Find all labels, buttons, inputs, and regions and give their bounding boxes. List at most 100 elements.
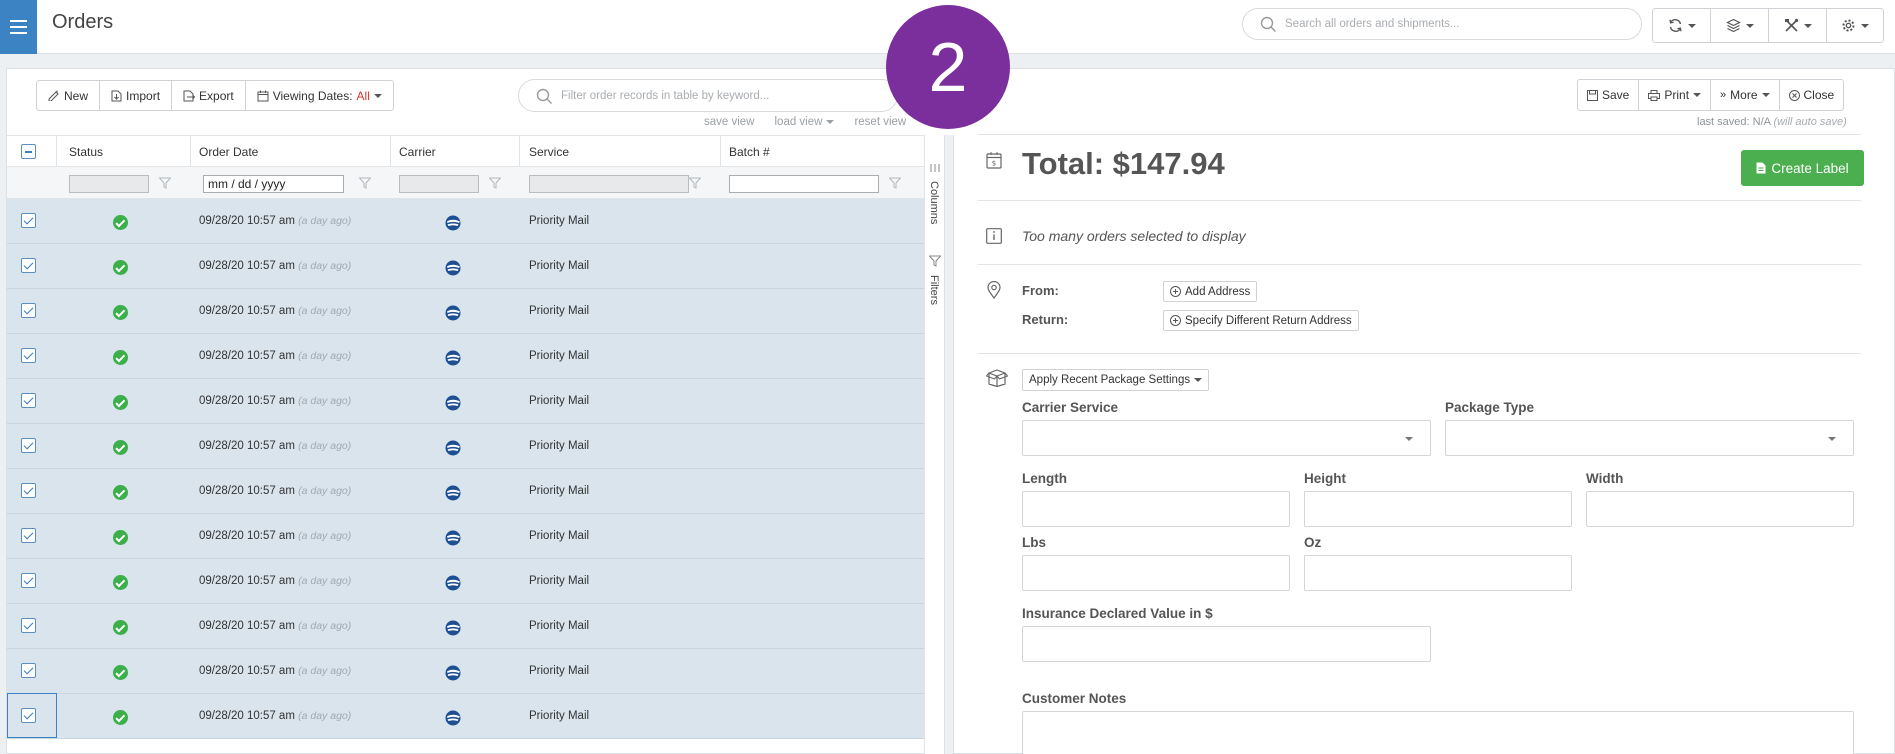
table-row[interactable]: 09/28/20 10:57 am (a day ago) Priority M… [7, 604, 924, 649]
panel-divider[interactable] [944, 135, 954, 754]
global-search[interactable] [1242, 8, 1642, 40]
apply-recent-package-settings-button[interactable]: Apply Recent Package Settings [1022, 369, 1210, 391]
customer-notes-input[interactable] [1022, 711, 1854, 754]
row-checkbox[interactable] [21, 573, 36, 588]
last-saved-status: last saved: N/A (will auto save) [1697, 116, 1847, 128]
order-date-cell: 09/28/20 10:57 am (a day ago) [199, 260, 351, 272]
export-button[interactable]: Export [172, 81, 246, 110]
service-filter-input[interactable] [529, 175, 689, 193]
create-label-button[interactable]: Create Label [1741, 150, 1864, 186]
global-search-input[interactable] [1285, 13, 1625, 35]
top-actions [1652, 8, 1884, 43]
table-row[interactable]: 09/28/20 10:57 am (a day ago) Priority M… [7, 559, 924, 604]
width-input[interactable] [1586, 491, 1854, 527]
package-type-select[interactable] [1445, 420, 1854, 456]
filter-icon[interactable] [689, 177, 701, 189]
reset-view-link[interactable]: reset view [854, 116, 906, 128]
row-checkbox[interactable] [21, 258, 36, 273]
column-header-order-date[interactable]: Order Date [199, 145, 258, 159]
new-button[interactable]: New [37, 81, 101, 110]
status-check-icon [113, 620, 128, 635]
table-filter-input[interactable] [561, 85, 881, 107]
oz-label: Oz [1304, 535, 1322, 550]
column-header-service[interactable]: Service [529, 145, 569, 159]
insurance-input[interactable] [1022, 626, 1431, 662]
settings-button[interactable] [1827, 9, 1883, 42]
filter-icon[interactable] [359, 177, 371, 189]
oz-input[interactable] [1304, 555, 1572, 591]
table-row[interactable]: 09/28/20 10:57 am (a day ago) Priority M… [7, 199, 924, 244]
service-cell: Priority Mail [529, 530, 590, 542]
lbs-input[interactable] [1022, 555, 1290, 591]
table-row[interactable]: 09/28/20 10:57 am (a day ago) Priority M… [7, 379, 924, 424]
specify-return-address-button[interactable]: Specify Different Return Address [1163, 310, 1359, 331]
row-checkbox[interactable] [21, 483, 36, 498]
menu-icon[interactable] [0, 0, 37, 54]
row-checkbox[interactable] [21, 663, 36, 678]
close-button[interactable]: Close [1780, 80, 1844, 110]
order-actions: Save Print » More Close [1577, 79, 1845, 111]
import-button[interactable]: Import [100, 81, 173, 110]
row-checkbox[interactable] [21, 303, 36, 318]
height-input[interactable] [1304, 491, 1572, 527]
filters-tab[interactable]: Filters [928, 275, 940, 305]
length-input[interactable] [1022, 491, 1290, 527]
status-check-icon [113, 395, 128, 410]
filter-icon[interactable] [159, 177, 171, 189]
filter-icon[interactable] [489, 177, 501, 189]
chevron-down-icon [373, 93, 382, 98]
table-row[interactable]: 09/28/20 10:57 am (a day ago) Priority M… [7, 514, 924, 559]
table-row[interactable]: 09/28/20 10:57 am (a day ago) Priority M… [7, 289, 924, 334]
usps-icon [445, 350, 461, 366]
row-checkbox[interactable] [21, 438, 36, 453]
column-header-carrier[interactable]: Carrier [399, 145, 436, 159]
carrier-filter-input[interactable] [399, 175, 479, 193]
order-date-filter-input[interactable]: mm / dd / yyyy [203, 175, 344, 193]
chevron-down-icon [1405, 437, 1413, 441]
step-number-badge: 2 [886, 5, 1010, 129]
row-checkbox[interactable] [21, 213, 36, 228]
import-label: Import [126, 88, 161, 103]
save-view-link[interactable]: save view [704, 116, 755, 128]
status-filter-input[interactable] [69, 175, 149, 193]
table-row[interactable]: 09/28/20 10:57 am (a day ago) Priority M… [7, 424, 924, 469]
table-header: Status Order Date Carrier Service Batch … [7, 135, 924, 200]
columns-tab[interactable]: Columns [928, 181, 940, 224]
load-view-link[interactable]: load view [775, 116, 835, 128]
table-row[interactable]: 09/28/20 10:57 am (a day ago) Priority M… [7, 244, 924, 289]
row-checkbox[interactable] [21, 528, 36, 543]
package-icon [986, 369, 1008, 387]
viewing-dates-button[interactable]: Viewing Dates: All [246, 81, 393, 110]
service-cell: Priority Mail [529, 305, 590, 317]
status-check-icon [113, 485, 128, 500]
table-row[interactable]: 09/28/20 10:57 am (a day ago) Priority M… [7, 469, 924, 514]
layers-button[interactable] [1711, 9, 1769, 42]
table-row[interactable]: 09/28/20 10:57 am (a day ago) Priority M… [7, 693, 924, 739]
select-all-checkbox[interactable] [21, 144, 36, 159]
package-type-label: Package Type [1445, 400, 1535, 415]
table-filter-search[interactable] [518, 79, 898, 112]
table-row[interactable]: 09/28/20 10:57 am (a day ago) Priority M… [7, 649, 924, 694]
print-button[interactable]: Print [1639, 80, 1712, 110]
sync-button[interactable] [1653, 9, 1711, 42]
save-button[interactable]: Save [1578, 80, 1640, 110]
row-checkbox[interactable] [21, 618, 36, 633]
service-cell: Priority Mail [529, 575, 590, 587]
carrier-service-select[interactable] [1022, 420, 1431, 456]
filter-icon[interactable] [889, 177, 901, 189]
chevron-down-icon [826, 120, 835, 124]
row-checkbox[interactable] [21, 393, 36, 408]
orders-table: Status Order Date Carrier Service Batch … [7, 135, 924, 739]
more-button[interactable]: » More [1711, 80, 1780, 110]
order-date: 09/28/20 10:57 am [199, 440, 295, 452]
table-row[interactable]: 09/28/20 10:57 am (a day ago) Priority M… [7, 334, 924, 379]
add-address-button[interactable]: Add Address [1163, 281, 1258, 302]
chevron-down-icon [1861, 23, 1869, 28]
tools-button[interactable] [1769, 9, 1827, 42]
row-checkbox[interactable] [21, 348, 36, 363]
column-header-status[interactable]: Status [69, 145, 103, 159]
column-header-batch[interactable]: Batch # [729, 145, 770, 159]
order-date: 09/28/20 10:57 am [199, 305, 295, 317]
batch-filter-input[interactable] [729, 175, 879, 193]
carrier-service-label: Carrier Service [1022, 400, 1119, 415]
